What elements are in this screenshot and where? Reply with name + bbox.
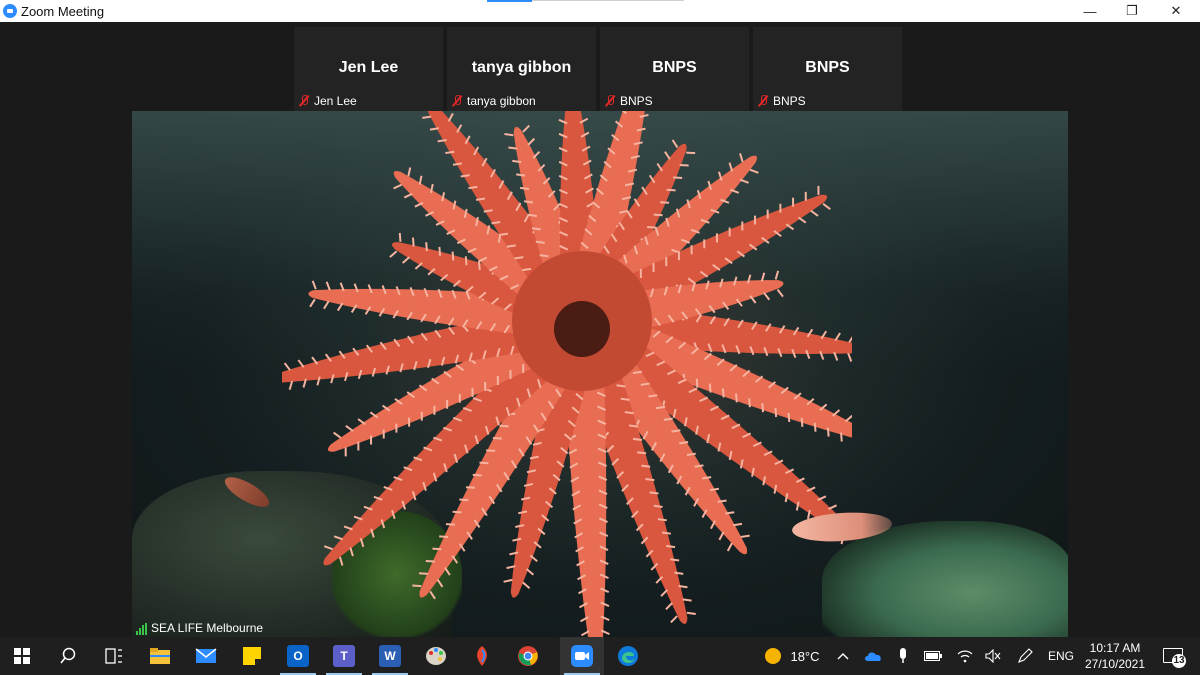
participant-label-text: BNPS bbox=[620, 94, 653, 108]
wifi-button[interactable] bbox=[952, 637, 978, 675]
edge-button[interactable] bbox=[606, 637, 650, 675]
pen-button[interactable] bbox=[1012, 637, 1038, 675]
window-title: Zoom Meeting bbox=[21, 3, 105, 19]
participant-label-text: tanya gibbon bbox=[467, 94, 536, 108]
paint-palette-icon bbox=[426, 647, 446, 665]
volume-button[interactable] bbox=[980, 637, 1006, 675]
participant-gallery: Jen Lee Jen Lee tanya gibbon tanya gibbo… bbox=[294, 27, 902, 111]
participant-tile[interactable]: BNPS BNPS bbox=[600, 27, 749, 111]
windows-logo-icon bbox=[14, 648, 30, 664]
show-hidden-icons-button[interactable] bbox=[830, 637, 856, 675]
language-indicator: ENG bbox=[1047, 649, 1074, 663]
weather-widget[interactable]: 18°C bbox=[756, 637, 828, 675]
starfish bbox=[282, 111, 852, 637]
title-bar: Zoom Meeting — ❐ ✕ bbox=[0, 0, 1200, 22]
notification-count: 13 bbox=[1172, 654, 1186, 668]
search-icon bbox=[60, 647, 76, 664]
windows-taskbar: O T W 18°C ENG 10:17 AM 27/10/2021 13 bbox=[0, 637, 1200, 675]
zoom-icon bbox=[571, 645, 593, 667]
chrome-button[interactable] bbox=[506, 637, 550, 675]
teams-button[interactable]: T bbox=[322, 637, 366, 675]
minimize-button[interactable]: — bbox=[1068, 0, 1112, 22]
notification-icon: 13 bbox=[1163, 646, 1186, 668]
mail-icon bbox=[195, 648, 217, 663]
starfish-mouth bbox=[554, 301, 610, 357]
clock-date: 27/10/2021 bbox=[1084, 657, 1146, 671]
paint-3d-button[interactable] bbox=[460, 637, 504, 675]
folder-icon bbox=[150, 648, 170, 664]
close-button[interactable]: ✕ bbox=[1154, 0, 1198, 22]
active-speaker-video[interactable]: SEA LIFE Melbourne bbox=[132, 111, 1068, 637]
restore-button[interactable]: ❐ bbox=[1110, 0, 1154, 22]
participant-name: BNPS bbox=[652, 59, 697, 76]
signal-strength-icon bbox=[136, 623, 147, 635]
muted-mic-icon bbox=[604, 95, 616, 107]
participant-label: BNPS bbox=[604, 94, 653, 108]
participant-name: BNPS bbox=[805, 59, 850, 76]
muted-mic-icon bbox=[298, 95, 310, 107]
clock-time: 10:17 AM bbox=[1089, 641, 1141, 655]
start-button[interactable] bbox=[0, 637, 44, 675]
participant-tile[interactable]: Jen Lee Jen Lee bbox=[294, 27, 443, 111]
temperature: 18°C bbox=[790, 648, 820, 664]
outlook-button[interactable]: O bbox=[276, 637, 320, 675]
participant-name: Jen Lee bbox=[338, 59, 399, 76]
task-view-icon bbox=[105, 648, 122, 664]
teams-icon: T bbox=[333, 645, 355, 667]
paint-3d-icon bbox=[477, 646, 487, 666]
zoom-app-icon bbox=[3, 4, 17, 18]
zoom-button[interactable] bbox=[560, 637, 604, 675]
mail-button[interactable] bbox=[184, 637, 228, 675]
outlook-icon: O bbox=[287, 645, 309, 667]
cloud-icon bbox=[865, 652, 881, 661]
microphone-icon bbox=[900, 648, 906, 663]
participant-tile[interactable]: tanya gibbon tanya gibbon bbox=[447, 27, 596, 111]
chevron-up-icon bbox=[837, 653, 849, 660]
task-view-button[interactable] bbox=[92, 637, 136, 675]
speaker-label-text: SEA LIFE Melbourne bbox=[151, 621, 264, 635]
participant-label-text: BNPS bbox=[773, 94, 806, 108]
participant-name: tanya gibbon bbox=[471, 59, 572, 76]
microphone-button[interactable] bbox=[890, 637, 916, 675]
pen-icon bbox=[1018, 648, 1033, 663]
paint-button[interactable] bbox=[414, 637, 458, 675]
battery-button[interactable] bbox=[920, 637, 946, 675]
meeting-area: Jen Lee Jen Lee tanya gibbon tanya gibbo… bbox=[0, 22, 1200, 637]
speaker-label: SEA LIFE Melbourne bbox=[136, 621, 263, 635]
chrome-icon bbox=[518, 646, 538, 666]
muted-mic-icon bbox=[451, 95, 463, 107]
participant-label-text: Jen Lee bbox=[314, 94, 357, 108]
clock-button[interactable]: 10:17 AM 27/10/2021 bbox=[1080, 637, 1150, 675]
speaker-muted-icon bbox=[985, 649, 1001, 663]
wifi-icon bbox=[957, 650, 973, 663]
word-icon: W bbox=[379, 645, 401, 667]
onedrive-button[interactable] bbox=[860, 637, 886, 675]
search-button[interactable] bbox=[46, 637, 90, 675]
participant-label: Jen Lee bbox=[298, 94, 357, 108]
word-button[interactable]: W bbox=[368, 637, 412, 675]
participant-tile[interactable]: BNPS BNPS bbox=[753, 27, 902, 111]
title-accent-line bbox=[532, 0, 684, 1]
participant-label: BNPS bbox=[757, 94, 806, 108]
file-explorer-button[interactable] bbox=[138, 637, 182, 675]
title-accent-bar bbox=[487, 0, 532, 2]
restore-icon: ❐ bbox=[1126, 3, 1138, 18]
sticky-notes-icon bbox=[243, 647, 261, 665]
muted-mic-icon bbox=[757, 95, 769, 107]
minimize-icon: — bbox=[1083, 3, 1097, 19]
language-button[interactable]: ENG bbox=[1044, 637, 1078, 675]
notifications-button[interactable]: 13 bbox=[1156, 637, 1192, 675]
participant-label: tanya gibbon bbox=[451, 94, 536, 108]
close-icon: ✕ bbox=[1170, 3, 1182, 18]
sticky-notes-button[interactable] bbox=[230, 637, 274, 675]
sun-icon bbox=[765, 648, 782, 664]
battery-icon bbox=[924, 651, 942, 661]
edge-icon bbox=[618, 646, 638, 666]
